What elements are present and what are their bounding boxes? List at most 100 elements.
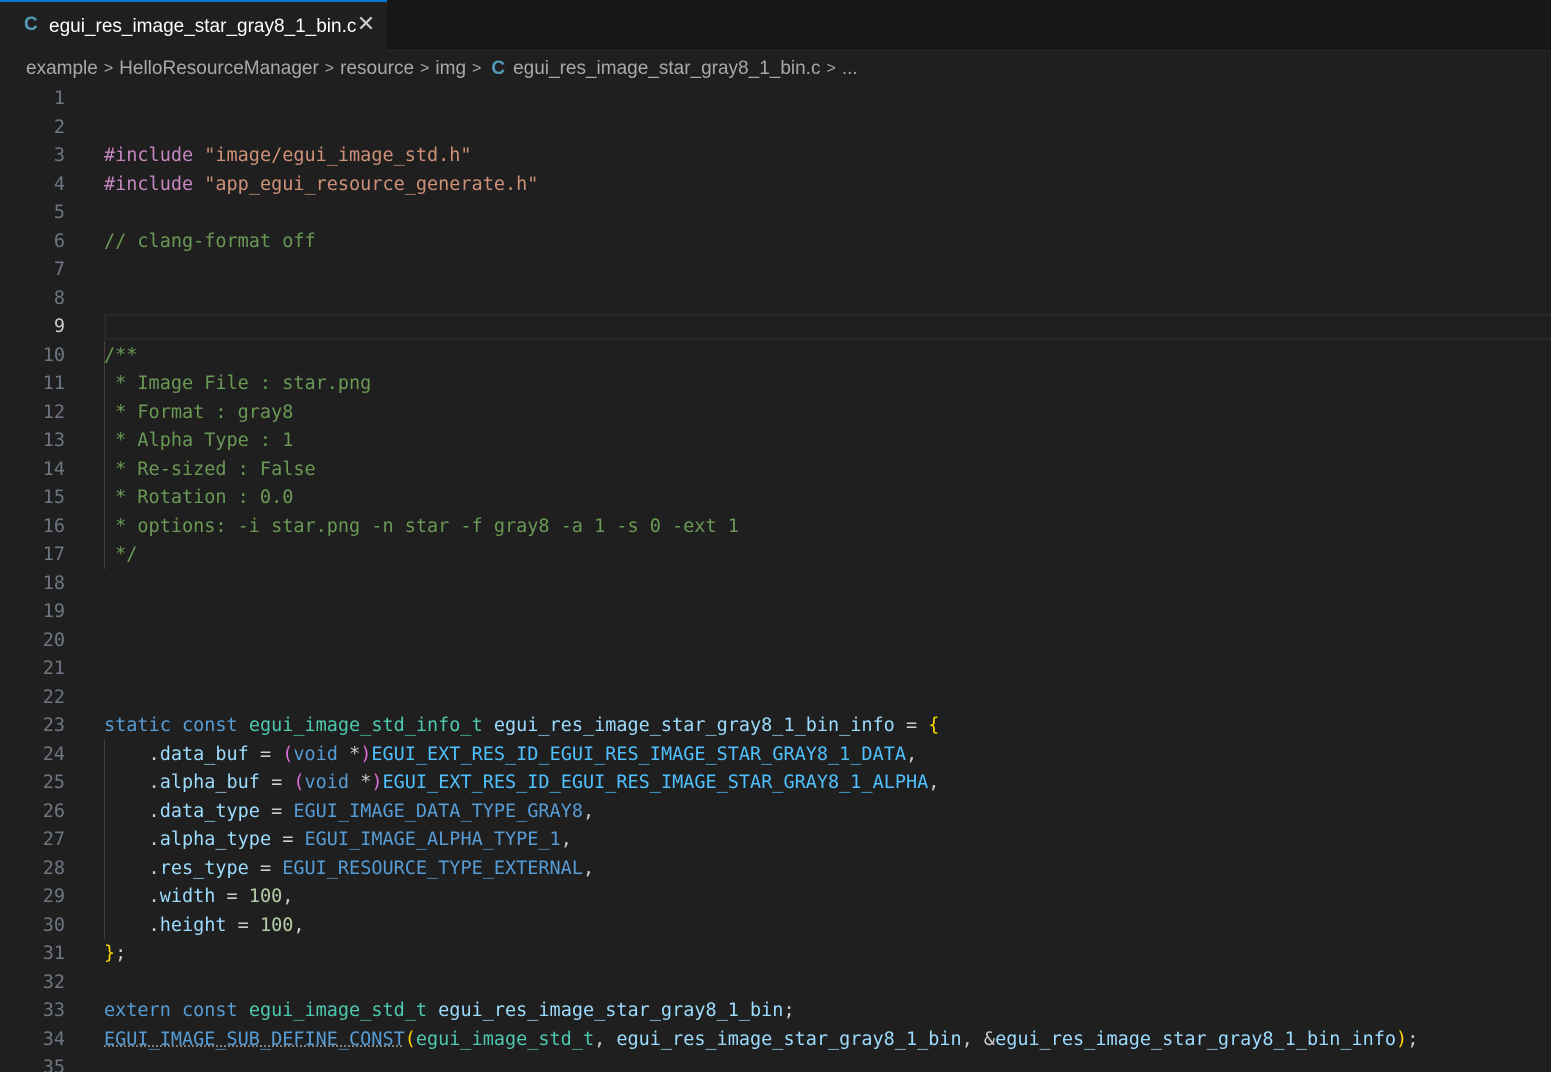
code-line[interactable]: 34 EGUI_IMAGE_SUB_DEFINE_CONST(egui_image… [0,1026,1551,1055]
code-token: * [349,772,372,793]
code-text: // clang-format off [104,228,316,257]
code-token: , & [961,1028,996,1050]
code-text: .width = 100, [104,883,294,912]
breadcrumb-item-img[interactable]: img [435,58,466,80]
code-text: .data_buf = (void *)EGUI_EXT_RES_ID_EGUI… [104,741,918,770]
code-line[interactable]: 27 .alpha_type = EGUI_IMAGE_ALPHA_TYPE_1… [0,826,1551,855]
tab-active-file[interactable]: C egui_res_image_star_gray8_1_bin.c ✕ [0,0,387,52]
code-token: data_type [159,800,260,822]
code-line[interactable]: 10 /** [0,342,1551,371]
code-line[interactable]: 9 [0,313,1551,342]
code-line[interactable]: 17 */ [0,541,1551,570]
line-number: 14 [42,458,65,480]
code-token: . [104,914,160,936]
code-text: .alpha_buf = (void *)EGUI_EXT_RES_ID_EGU… [104,769,940,798]
breadcrumb-item-file[interactable]: egui_res_image_star_gray8_1_bin.c [513,58,820,80]
code-token: = [259,772,294,793]
code-token: EGUI_IMAGE_DATA_TYPE_GRAY8 [293,800,583,822]
code-token: = [248,857,283,879]
code-token: , [905,743,918,765]
breadcrumb-item-symbols[interactable]: ... [842,58,858,80]
code-token: , [282,886,294,907]
code-token: const [181,1000,238,1021]
code-line[interactable]: 16 * options: -i star.png -n star -f gra… [0,513,1551,542]
code-token: egui_image_std_info_t [248,715,483,736]
breadcrumb-item-resource[interactable]: resource [340,58,414,80]
code-token: void [293,743,338,765]
code-token: , [582,800,595,822]
code-token: egui_res_image_star_gray8_1_bin_info [995,1028,1397,1050]
code-line[interactable]: 31}; [0,940,1551,969]
line-number: 32 [42,971,65,993]
code-token: /** [104,344,138,366]
code-token: = [271,829,305,850]
c-file-icon: C [24,14,38,35]
code-token: , [928,772,940,793]
code-line[interactable]: 1 [0,85,1551,114]
code-token: "image/egui_image_std.h" [204,145,472,166]
code-line[interactable]: 2 [0,114,1551,143]
line-number: 24 [42,743,65,765]
code-token: egui_res_image_star_gray8_1_bin [616,1028,962,1050]
code-line[interactable]: 33 extern const egui_image_std_t egui_res… [0,997,1551,1026]
code-line[interactable]: 32 [0,969,1551,998]
code-token: egui_image_std_t [415,1028,595,1050]
code-token: = [215,886,249,907]
tab-label[interactable]: egui_res_image_star_gray8_1_bin.c [49,16,356,38]
code-line[interactable]: 28 .res_type = EGUI_RESOURCE_TYPE_EXTERN… [0,855,1551,884]
code-line[interactable]: 6 // clang-format off [0,228,1551,257]
code-line[interactable]: 20 [0,627,1551,656]
code-line[interactable]: 5 [0,199,1551,228]
code-token: ; [115,943,127,964]
code-editor[interactable]: 1 2 3 #include "image/egui_image_std.h" 4 #in… [0,85,1551,1072]
code-line[interactable]: 22 [0,684,1551,713]
line-number: 29 [42,886,65,907]
code-line[interactable]: 7 [0,256,1551,285]
code-token: , [582,857,595,879]
line-number: 21 [42,658,65,679]
code-token: * [337,743,361,765]
code-line[interactable]: 12 * Format : gray8 [0,399,1551,428]
code-line[interactable]: 11 * Image File : star.png [0,370,1551,399]
code-line[interactable]: 3 #include "image/egui_image_std.h" [0,142,1551,171]
line-number: 25 [42,772,65,793]
code-line[interactable]: 30 .height = 100, [0,912,1551,941]
code-line[interactable]: 18 [0,570,1551,599]
code-line[interactable]: 24 .data_buf = (void *)EGUI_EXT_RES_ID_E… [0,741,1551,770]
tab-bar: C egui_res_image_star_gray8_1_bin.c ✕ [0,0,1551,52]
code-line[interactable]: 14 * Re-sized : False [0,456,1551,485]
line-number: 27 [42,829,65,850]
close-icon[interactable]: ✕ [356,13,376,35]
code-line[interactable]: 8 [0,285,1551,314]
line-number: 35 [42,1057,65,1072]
breadcrumb-item-example[interactable]: example [26,58,98,80]
line-number: 18 [42,572,65,594]
code-token: alpha_buf [159,772,260,793]
code-token: */ [104,544,138,565]
code-line[interactable]: 19 [0,598,1551,627]
code-token: data_buf [159,743,249,765]
code-token: alpha_type [159,829,272,850]
code-token: = [226,914,260,936]
code-line[interactable]: 15 * Rotation : 0.0 [0,484,1551,513]
breadcrumb-item-helloresourcemanager[interactable]: HelloResourceManager [119,58,319,80]
line-number: 3 [53,145,65,166]
code-line[interactable]: 25 .alpha_buf = (void *)EGUI_EXT_RES_ID_… [0,769,1551,798]
code-line[interactable]: 23 static const egui_image_std_info_t egu… [0,712,1551,741]
code-token: * Alpha Type : 1 [104,430,294,451]
code-token: EGUI_IMAGE_SUB_DEFINE_CONST [104,1028,405,1050]
code-token: . [104,772,160,793]
code-token: EGUI_EXT_RES_ID_EGUI_RES_IMAGE_STAR_GRAY… [382,772,929,793]
code-token: "app_egui_resource_generate.h" [204,173,539,195]
code-line[interactable]: 13 * Alpha Type : 1 [0,427,1551,456]
code-line[interactable]: 29 .width = 100, [0,883,1551,912]
code-line[interactable]: 21 [0,655,1551,684]
code-token: , [594,1028,617,1050]
code-line[interactable]: 4 #include "app_egui_resource_generate.h" [0,171,1551,200]
code-line[interactable]: 26 .data_type = EGUI_IMAGE_DATA_TYPE_GRA… [0,798,1551,827]
code-token: EGUI_IMAGE_ALPHA_TYPE_1 [304,829,561,850]
code-line[interactable]: 35 [0,1054,1551,1072]
